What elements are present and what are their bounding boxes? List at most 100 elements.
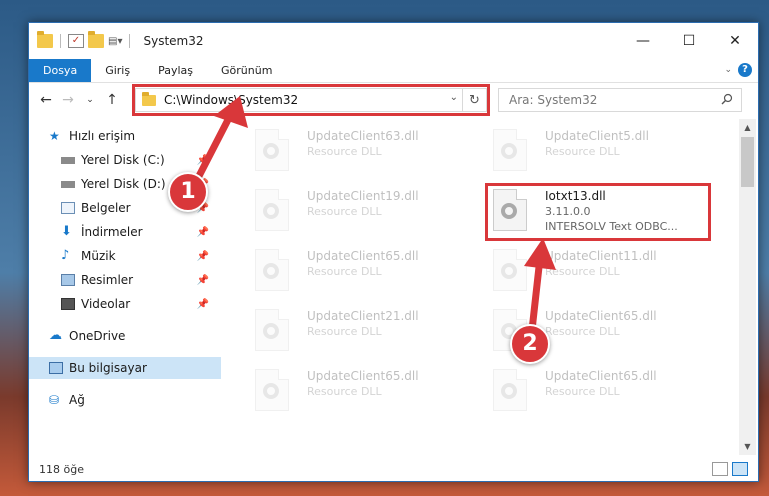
sidebar-item-label: Müzik [81, 249, 116, 263]
file-item[interactable]: UpdateClient19.dll Resource DLL [245, 183, 475, 239]
recent-locations-button[interactable]: ⌄ [79, 89, 101, 111]
back-button[interactable]: ← [35, 89, 57, 111]
properties-icon[interactable]: ✓ [68, 34, 84, 48]
file-name: UpdateClient5.dll [545, 129, 649, 143]
sidebar-item-network[interactable]: ⛁ Ağ [29, 389, 221, 411]
status-bar: 118 öğe [29, 457, 758, 481]
sidebar-item-label: Resimler [81, 273, 134, 287]
title-bar: ✓ ▤▾ System32 — ☐ ✕ [29, 23, 758, 59]
scroll-up-icon[interactable]: ▲ [739, 119, 756, 136]
quick-access-toolbar: ✓ ▤▾ [37, 31, 133, 48]
separator [60, 34, 61, 48]
file-name: UpdateClient65.dll [307, 369, 419, 383]
highlight-address-bar [132, 84, 490, 116]
sidebar-item-label: Yerel Disk (C:) [81, 153, 165, 167]
file-description: Resource DLL [545, 385, 620, 398]
tab-giris[interactable]: Giriş [91, 59, 144, 82]
details-view-icon[interactable] [712, 462, 728, 476]
tab-gorunum[interactable]: Görünüm [207, 59, 286, 82]
file-name: UpdateClient19.dll [307, 189, 419, 203]
help-icon[interactable]: ? [738, 63, 752, 77]
gear-icon [263, 143, 279, 159]
search-icon [721, 93, 733, 105]
sidebar-item-label: Belgeler [81, 201, 131, 215]
tab-paylas[interactable]: Paylaş [144, 59, 207, 82]
sidebar-item-this-pc[interactable]: Bu bilgisayar [29, 357, 221, 379]
file-item[interactable]: UpdateClient65.dll Resource DLL [245, 243, 475, 299]
scrollbar-thumb[interactable] [741, 137, 754, 187]
file-item[interactable]: UpdateClient11.dll Resource DLL [483, 243, 713, 299]
sidebar-item-label: Bu bilgisayar [69, 361, 147, 375]
star-icon: ★ [49, 129, 60, 143]
file-list: UpdateClient63.dll Resource DLL UpdateCl… [235, 119, 735, 455]
sidebar-item-pictures[interactable]: Resimler 📌 [29, 269, 221, 291]
file-description: Resource DLL [307, 145, 382, 158]
sidebar-item-label: İndirmeler [81, 225, 143, 239]
sidebar-item-quick-access[interactable]: ★ Hızlı erişim [29, 125, 221, 147]
step-1-badge: 1 [168, 172, 208, 212]
highlight-target-file [485, 183, 711, 241]
sidebar-item-label: Yerel Disk (D:) [81, 177, 166, 191]
gear-icon [501, 263, 517, 279]
cloud-icon: ☁ [49, 328, 62, 343]
network-icon: ⛁ [49, 393, 60, 407]
sidebar-item-onedrive[interactable]: ☁ OneDrive [29, 325, 221, 347]
forward-button[interactable]: → [57, 89, 79, 111]
separator [129, 34, 131, 48]
sidebar-item-label: Videolar [81, 297, 131, 311]
vertical-scrollbar[interactable]: ▲ ▼ [739, 119, 756, 455]
file-item[interactable]: UpdateClient65.dll Resource DLL [245, 363, 475, 419]
drive-icon [61, 156, 75, 164]
search-placeholder: Ara: System32 [509, 93, 598, 107]
file-item[interactable]: UpdateClient65.dll Resource DLL [483, 363, 713, 419]
ribbon-tabs: Dosya Giriş Paylaş Görünüm ⌄ ? [29, 59, 758, 83]
customize-toolbar-icon[interactable]: ▤▾ [108, 36, 122, 47]
file-description: Resource DLL [307, 385, 382, 398]
sidebar-item-music[interactable]: ♪ Müzik 📌 [29, 245, 221, 267]
close-button[interactable]: ✕ [712, 23, 758, 59]
file-item[interactable]: UpdateClient21.dll Resource DLL [245, 303, 475, 359]
pin-icon[interactable]: 📌 [197, 155, 209, 166]
videos-icon [61, 298, 75, 310]
tab-dosya[interactable]: Dosya [29, 59, 92, 82]
search-input[interactable]: Ara: System32 [498, 88, 742, 112]
file-description: Resource DLL [545, 265, 620, 278]
sidebar-item-label: Ağ [69, 393, 85, 407]
pin-icon[interactable]: 📌 [197, 275, 209, 286]
pictures-icon [61, 274, 75, 286]
file-description: Resource DLL [307, 325, 382, 338]
music-icon: ♪ [61, 248, 70, 263]
step-2-badge: 2 [510, 324, 550, 364]
drive-icon [61, 180, 75, 188]
scroll-down-icon[interactable]: ▼ [739, 438, 756, 455]
gear-icon [263, 383, 279, 399]
file-name: UpdateClient63.dll [307, 129, 419, 143]
file-description: Resource DLL [545, 145, 620, 158]
file-description: Resource DLL [307, 205, 382, 218]
pin-icon[interactable]: 📌 [197, 251, 209, 262]
documents-icon [61, 202, 75, 214]
expand-ribbon-icon[interactable]: ⌄ [724, 65, 732, 75]
new-folder-icon[interactable] [88, 31, 104, 48]
gear-icon [263, 323, 279, 339]
file-name: UpdateClient21.dll [307, 309, 419, 323]
large-icons-view-icon[interactable] [732, 462, 748, 476]
file-name: UpdateClient65.dll [307, 249, 419, 263]
download-icon: ⬇ [61, 224, 72, 239]
sidebar-item-disk-c[interactable]: Yerel Disk (C:) 📌 [29, 149, 221, 171]
sidebar-item-label: OneDrive [69, 329, 126, 343]
pin-icon[interactable]: 📌 [197, 227, 209, 238]
maximize-button[interactable]: ☐ [666, 23, 712, 59]
file-description: Resource DLL [307, 265, 382, 278]
up-button[interactable]: ↑ [101, 89, 123, 111]
sidebar-item-videos[interactable]: Videolar 📌 [29, 293, 221, 315]
file-name: UpdateClient65.dll [545, 309, 657, 323]
pin-icon[interactable]: 📌 [197, 299, 209, 310]
sidebar-item-downloads[interactable]: ⬇ İndirmeler 📌 [29, 221, 221, 243]
gear-icon [501, 143, 517, 159]
file-item[interactable]: UpdateClient63.dll Resource DLL [245, 123, 475, 179]
file-item[interactable]: UpdateClient5.dll Resource DLL [483, 123, 713, 179]
minimize-button[interactable]: — [620, 23, 666, 59]
gear-icon [263, 263, 279, 279]
navigation-bar: ← → ⌄ ↑ C:\Windows\System32 ⌄ ↻ Ara: Sys… [29, 83, 758, 117]
